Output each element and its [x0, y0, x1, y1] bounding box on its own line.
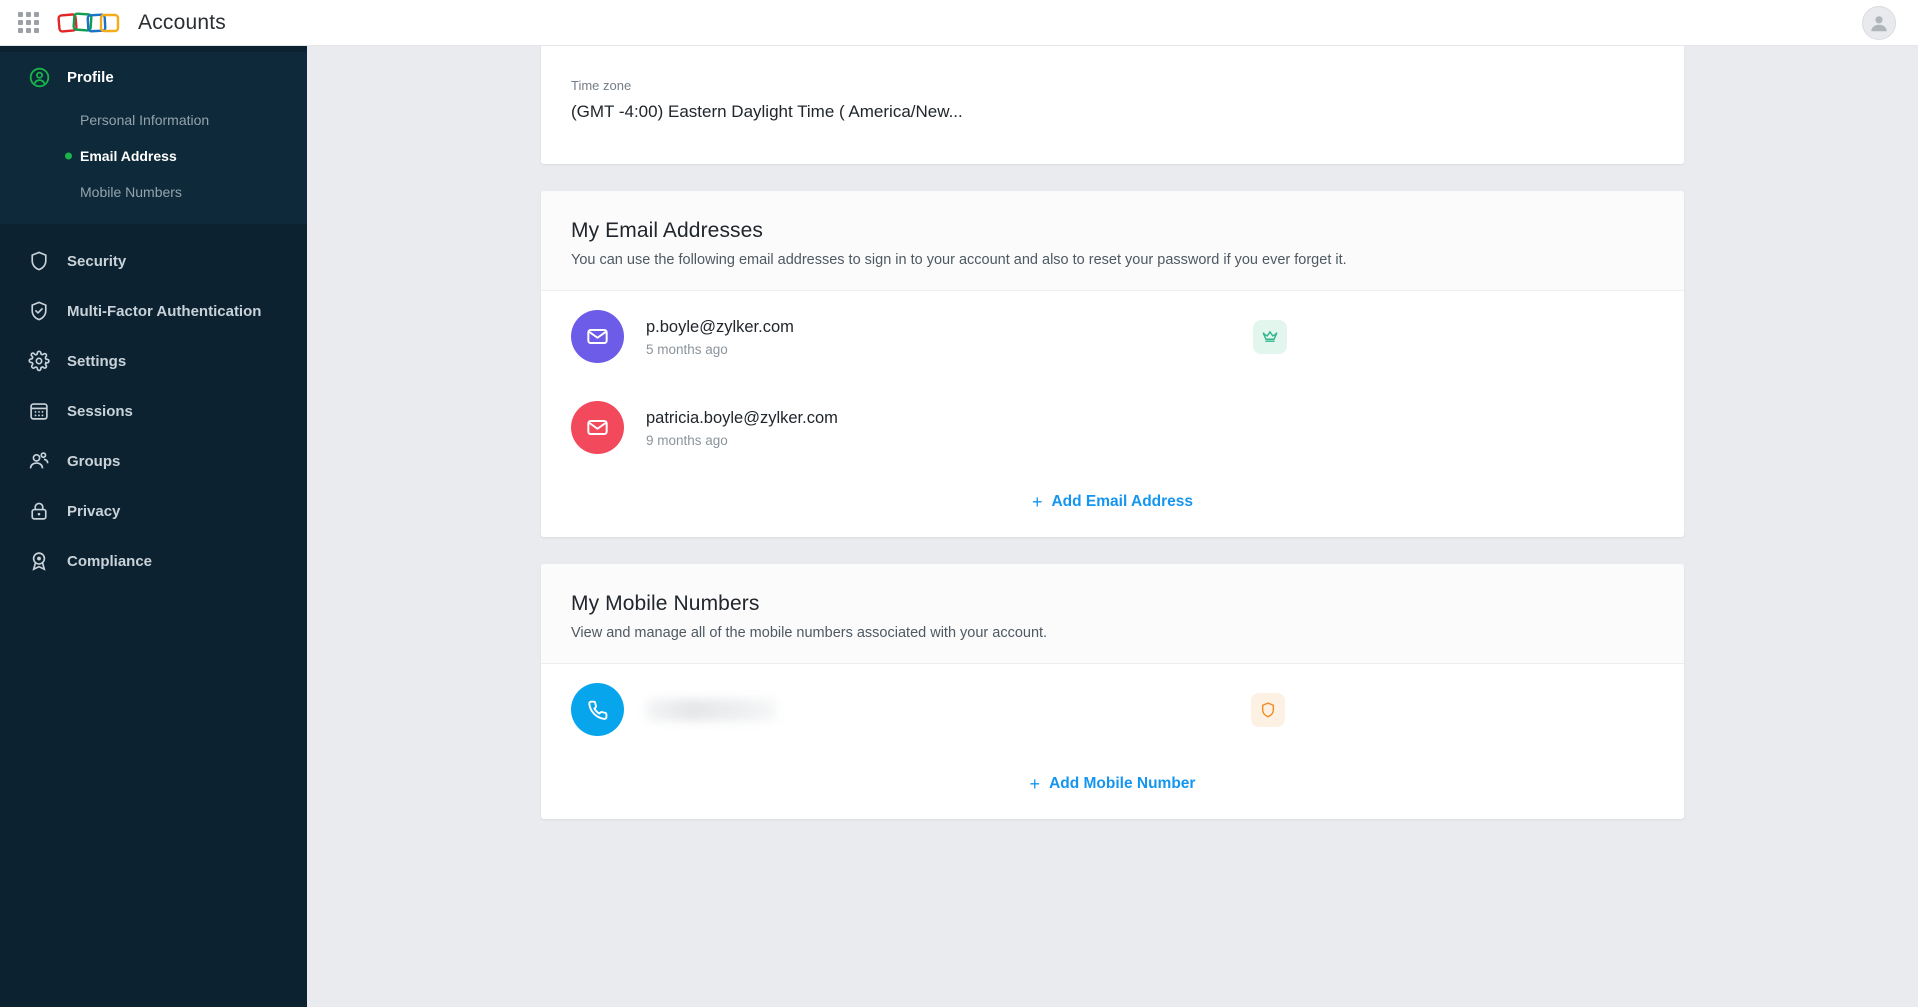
- sidebar-subitem-email-address[interactable]: Email Address: [0, 138, 307, 174]
- sidebar-subitem-label: Personal Information: [80, 112, 210, 128]
- user-circle-icon: [27, 65, 51, 89]
- sidebar-item-label: Settings: [67, 352, 127, 370]
- user-avatar-icon[interactable]: [1862, 5, 1896, 40]
- add-mobile-row: + Add Mobile Number: [541, 755, 1684, 819]
- apps-grid-icon[interactable]: [0, 12, 56, 33]
- add-email-address-label: Add Email Address: [1051, 493, 1194, 510]
- sidebar-subitem-label: Mobile Numbers: [80, 184, 182, 200]
- body-row: Profile Personal Information Email Addre…: [0, 46, 1918, 1007]
- sidebar-item-groups[interactable]: Groups: [0, 436, 307, 486]
- phone-icon: [571, 683, 624, 736]
- email-address-value: patricia.boyle@zylker.com: [646, 408, 838, 427]
- sidebar-item-multi-factor-authentication[interactable]: Multi-Factor Authentication: [0, 286, 307, 336]
- add-email-row: + Add Email Address: [541, 473, 1684, 537]
- email-added-time: 5 months ago: [646, 342, 728, 358]
- sidebar-item-security[interactable]: Security: [0, 236, 307, 286]
- sidebar-item-label: Profile: [67, 68, 114, 86]
- envelope-icon: [571, 310, 624, 363]
- mobile-row[interactable]: [541, 664, 1684, 755]
- shield-icon: [27, 249, 51, 273]
- sidebar-item-compliance[interactable]: Compliance: [0, 536, 307, 586]
- timezone-card: Time zone (GMT -4:00) Eastern Daylight T…: [541, 46, 1684, 164]
- sidebar-item-profile[interactable]: Profile: [0, 52, 307, 102]
- plus-icon: +: [1029, 774, 1041, 794]
- crown-icon[interactable]: [1253, 319, 1287, 354]
- calendar-grid-icon: [27, 399, 51, 423]
- top-bar-right: [1862, 5, 1918, 40]
- sidebar-item-label: Privacy: [67, 502, 121, 520]
- mobile-numbers-card: My Mobile Numbers View and manage all of…: [541, 564, 1684, 819]
- award-badge-icon: [27, 549, 51, 573]
- timezone-value[interactable]: (GMT -4:00) Eastern Daylight Time ( Amer…: [571, 102, 1654, 122]
- email-addresses-card: My Email Addresses You can use the follo…: [541, 191, 1684, 537]
- mobile-card-subtitle: View and manage all of the mobile number…: [571, 625, 1048, 641]
- mobile-number-value-redacted: [646, 698, 776, 721]
- users-icon: [27, 449, 51, 473]
- add-email-address-button[interactable]: + Add Email Address: [1032, 493, 1193, 511]
- sidebar-subitem-label: Email Address: [80, 148, 177, 164]
- top-bar: Accounts: [0, 0, 1918, 46]
- plus-icon: +: [1031, 492, 1043, 512]
- sidebar-subitem-personal-information[interactable]: Personal Information: [0, 102, 307, 138]
- sidebar-item-sessions[interactable]: Sessions: [0, 386, 307, 436]
- app-title: Accounts: [138, 10, 226, 34]
- mobile-card-header: My Mobile Numbers View and manage all of…: [541, 564, 1684, 664]
- email-card-header: My Email Addresses You can use the follo…: [541, 191, 1684, 291]
- timezone-label: Time zone: [571, 78, 632, 93]
- add-mobile-number-button[interactable]: + Add Mobile Number: [1030, 775, 1196, 793]
- shield-icon[interactable]: [1251, 692, 1285, 727]
- envelope-icon: [571, 401, 624, 454]
- sidebar-item-label: Groups: [67, 452, 121, 470]
- sidebar-subitem-mobile-numbers[interactable]: Mobile Numbers: [0, 174, 307, 210]
- email-row[interactable]: patricia.boyle@zylker.com 9 months ago: [541, 382, 1684, 473]
- zoho-accounts-logo: [56, 9, 126, 37]
- email-row-text: patricia.boyle@zylker.com 9 months ago: [646, 407, 838, 449]
- email-row[interactable]: p.boyle@zylker.com 5 months ago: [541, 291, 1684, 382]
- email-row-text: p.boyle@zylker.com 5 months ago: [646, 316, 794, 358]
- main-content: Time zone (GMT -4:00) Eastern Daylight T…: [307, 46, 1918, 1007]
- sidebar-item-label: Security: [67, 252, 127, 270]
- email-added-time: 9 months ago: [646, 433, 728, 449]
- mobile-card-title: My Mobile Numbers: [571, 592, 760, 615]
- lock-icon: [27, 499, 51, 523]
- sidebar-item-privacy[interactable]: Privacy: [0, 486, 307, 536]
- sidebar-item-settings[interactable]: Settings: [0, 336, 307, 386]
- sidebar: Profile Personal Information Email Addre…: [0, 46, 307, 1007]
- accounts-page: Accounts Profile Personal Information Em…: [0, 0, 1918, 1007]
- sidebar-profile-section: Profile Personal Information Email Addre…: [0, 52, 307, 224]
- email-card-title: My Email Addresses: [571, 219, 764, 242]
- sidebar-subnav: Personal Information Email Address Mobil…: [0, 102, 307, 210]
- shield-check-icon: [27, 299, 51, 323]
- sidebar-item-label: Multi-Factor Authentication: [67, 302, 262, 320]
- active-indicator-dot: [65, 152, 72, 160]
- sidebar-item-label: Sessions: [67, 402, 133, 420]
- email-address-value: p.boyle@zylker.com: [646, 317, 794, 336]
- add-mobile-number-label: Add Mobile Number: [1049, 775, 1196, 792]
- mobile-row-text: [646, 688, 776, 732]
- gear-icon: [27, 349, 51, 373]
- sidebar-item-label: Compliance: [67, 552, 153, 570]
- email-card-subtitle: You can use the following email addresse…: [571, 252, 1347, 268]
